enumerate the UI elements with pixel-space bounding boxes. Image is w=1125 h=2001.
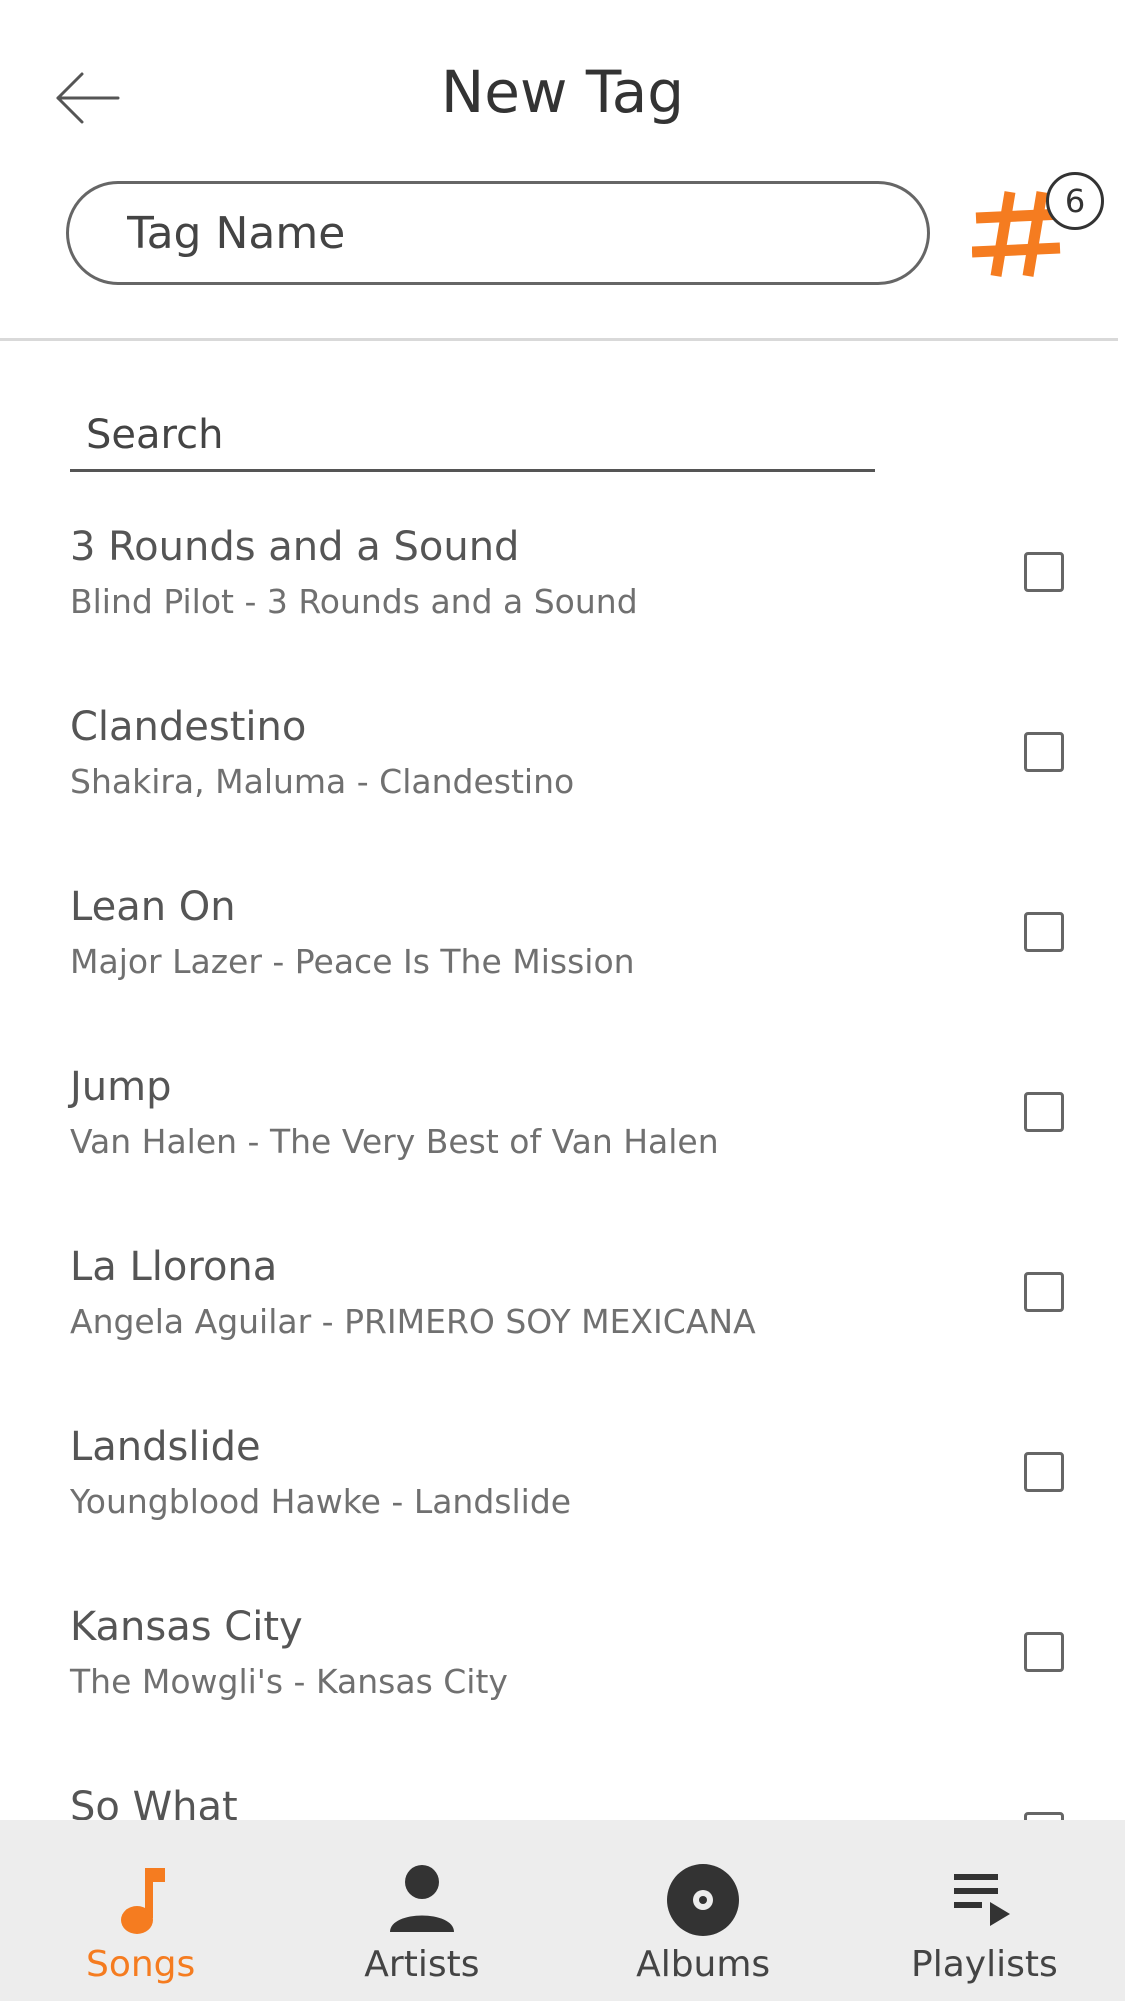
- new-tag-screen: New Tag 6 3 Rounds and a Sound Blind Pil…: [0, 0, 1125, 2001]
- search-input[interactable]: [70, 400, 875, 469]
- playlist-icon: [954, 1874, 1011, 1926]
- song-subtitle: Van Halen - The Very Best of Van Halen: [70, 1122, 719, 1161]
- search-field: [70, 400, 875, 472]
- song-checkbox[interactable]: [1024, 1092, 1064, 1132]
- song-title: Kansas City: [70, 1604, 303, 1650]
- song-title: Landslide: [70, 1424, 261, 1470]
- nav-label: Songs: [85, 1944, 196, 1985]
- song-checkbox[interactable]: [1024, 552, 1064, 592]
- song-row[interactable]: La Llorona Angela Aguilar - PRIMERO SOY …: [0, 1228, 1125, 1408]
- song-subtitle: Angela Aguilar - PRIMERO SOY MEXICANA: [70, 1302, 756, 1341]
- disc-icon: [667, 1864, 740, 1936]
- song-subtitle: The Mowgli's - Kansas City: [70, 1662, 508, 1701]
- page-title: New Tag: [440, 58, 685, 126]
- song-checkbox[interactable]: [1024, 1632, 1064, 1672]
- song-subtitle: Shakira, Maluma - Clandestino: [70, 762, 575, 801]
- header-divider: [0, 338, 1118, 341]
- song-row[interactable]: Clandestino Shakira, Maluma - Clandestin…: [0, 688, 1125, 868]
- song-row[interactable]: Kansas City The Mowgli's - Kansas City: [0, 1588, 1125, 1768]
- nav-playlists[interactable]: Playlists: [844, 1820, 1125, 2001]
- song-title: 3 Rounds and a Sound: [70, 524, 520, 570]
- nav-label: Artists: [364, 1944, 480, 1985]
- song-checkbox[interactable]: [1024, 1272, 1064, 1312]
- nav-label: Playlists: [911, 1944, 1058, 1985]
- header: New Tag 6: [0, 0, 1125, 341]
- song-row[interactable]: So What: [0, 1768, 1125, 1820]
- song-row[interactable]: Lean On Major Lazer - Peace Is The Missi…: [0, 868, 1125, 1048]
- bottom-nav: Songs Artists Albums Playlists: [0, 1820, 1125, 2001]
- person-icon: [389, 1865, 454, 1932]
- tag-count-badge: 6: [1046, 172, 1104, 230]
- song-checkbox[interactable]: [1024, 1812, 1064, 1820]
- tag-name-input[interactable]: [66, 181, 930, 285]
- song-subtitle: Major Lazer - Peace Is The Mission: [70, 942, 635, 981]
- song-title: Clandestino: [70, 704, 307, 750]
- nav-artists[interactable]: Artists: [281, 1820, 562, 2001]
- nav-label: Albums: [636, 1944, 771, 1985]
- song-title: So What: [70, 1784, 238, 1820]
- song-subtitle: Youngblood Hawke - Landslide: [70, 1482, 572, 1521]
- song-checkbox[interactable]: [1024, 1452, 1064, 1492]
- song-title: Jump: [70, 1064, 172, 1110]
- song-row[interactable]: Landslide Youngblood Hawke - Landslide: [0, 1408, 1125, 1588]
- song-row[interactable]: Jump Van Halen - The Very Best of Van Ha…: [0, 1048, 1125, 1228]
- song-title: La Llorona: [70, 1244, 278, 1290]
- song-row[interactable]: 3 Rounds and a Sound Blind Pilot - 3 Rou…: [0, 508, 1125, 688]
- song-subtitle: Blind Pilot - 3 Rounds and a Sound: [70, 582, 638, 621]
- song-list[interactable]: 3 Rounds and a Sound Blind Pilot - 3 Rou…: [0, 508, 1125, 1820]
- nav-albums[interactable]: Albums: [563, 1820, 844, 2001]
- music-note-icon: [120, 1868, 165, 1934]
- song-title: Lean On: [70, 884, 236, 930]
- song-checkbox[interactable]: [1024, 912, 1064, 952]
- nav-songs[interactable]: Songs: [0, 1820, 281, 2001]
- song-checkbox[interactable]: [1024, 732, 1064, 772]
